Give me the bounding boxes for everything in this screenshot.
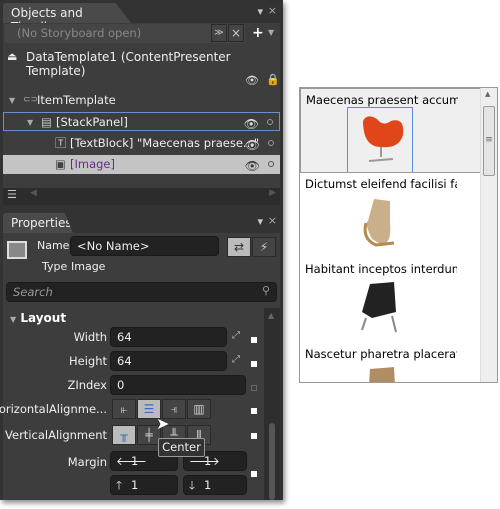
- advanced-options-marker[interactable]: [251, 433, 257, 439]
- scroll-up-icon[interactable]: ▲: [485, 90, 490, 98]
- close-icon[interactable]: ×: [268, 4, 277, 17]
- lock-icon[interactable]: 🔒: [266, 73, 280, 86]
- eye-icon[interactable]: 👁: [245, 74, 259, 87]
- listbox[interactable]: Maecenas praesent accumsan Dictumst elei…: [299, 87, 498, 383]
- align-left-button[interactable]: ⫦: [112, 399, 136, 419]
- zindex-label: ZIndex: [67, 378, 107, 392]
- lock-toggle[interactable]: [268, 140, 274, 146]
- auto-size-icon[interactable]: ⤢: [232, 354, 240, 365]
- close-storyboard-button[interactable]: ×: [228, 24, 244, 42]
- chair-image: [361, 282, 397, 333]
- timeline-scrollbar[interactable]: ☰ ◀ ▶: [3, 188, 280, 205]
- lock-toggle[interactable]: [268, 161, 274, 167]
- scrollbar-thumb[interactable]: ≡: [483, 106, 495, 176]
- tab-properties[interactable]: Properties: [3, 213, 73, 233]
- height-label: Height: [68, 354, 107, 368]
- tree-item-image[interactable]: ▣ [Image] 👁: [3, 155, 280, 174]
- template-icon: ⊂⊃: [23, 95, 39, 105]
- layers-icon[interactable]: ☰: [7, 188, 17, 201]
- objects-and-properties-panel: Objects and Timeline ▾ × (No Storyboard …: [0, 0, 283, 500]
- storyboard-menu-button[interactable]: ≫: [211, 24, 227, 42]
- advanced-options-marker[interactable]: [251, 337, 257, 343]
- image-icon: ▣: [55, 157, 66, 171]
- name-label: Name: [37, 239, 70, 252]
- tree-item-textblock[interactable]: 🅃 [TextBlock] "Maecenas praese..." 👁: [3, 134, 280, 153]
- zindex-input[interactable]: 0: [110, 375, 246, 395]
- vertical-alignment-label: VerticalAlignment: [5, 428, 107, 442]
- arrow-up-icon: 🡑: [116, 478, 122, 492]
- pin-icon[interactable]: ▾: [257, 215, 263, 228]
- scrollbar-thumb[interactable]: [269, 423, 275, 500]
- margin-label: Margin: [67, 455, 107, 469]
- listbox-scrollbar[interactable]: ▲ ≡: [480, 88, 497, 382]
- name-input[interactable]: <No Name>: [70, 236, 219, 256]
- lock-toggle[interactable]: [267, 119, 273, 125]
- chevron-down-icon[interactable]: ▼: [268, 28, 274, 37]
- eye-icon[interactable]: 👁: [245, 136, 260, 155]
- eye-icon[interactable]: 👁: [245, 157, 260, 176]
- close-icon[interactable]: ×: [268, 214, 277, 227]
- advanced-options-marker[interactable]: [251, 408, 257, 414]
- align-top-button[interactable]: ╥: [112, 425, 136, 445]
- pin-icon[interactable]: ▾: [257, 5, 263, 18]
- tree-item-itemtemplate[interactable]: ▼ ⊂⊃ ItemTemplate: [3, 91, 280, 110]
- textblock-icon: 🅃: [55, 136, 67, 150]
- search-input[interactable]: Search: [6, 282, 277, 302]
- auto-size-icon[interactable]: ⤢: [232, 330, 240, 341]
- advanced-options-marker[interactable]: [251, 471, 257, 477]
- chair-image: [369, 367, 395, 382]
- mouse-cursor-icon: ➤: [156, 414, 170, 433]
- layout-section-header[interactable]: ▼ Layout: [10, 311, 66, 325]
- storyboard-picker[interactable]: (No Storyboard open): [5, 24, 245, 43]
- margin-top-input[interactable]: 🡑 1: [110, 475, 178, 495]
- advanced-options-marker[interactable]: [251, 385, 257, 391]
- tree-item-stackpanel[interactable]: ▼ ▤ [StackPanel] 👁: [3, 112, 280, 131]
- image-thumbnail-icon: [7, 241, 27, 259]
- margin-bottom-input[interactable]: 🡓 1: [183, 475, 247, 495]
- list-item[interactable]: Maecenas praesent accumsan: [300, 88, 497, 173]
- list-item[interactable]: Nascetur pharetra placerat pulvinar: [300, 343, 497, 382]
- arrow-down-icon: 🡓: [189, 478, 195, 492]
- search-icon: ⚲: [262, 284, 271, 297]
- align-stretch-button[interactable]: ▥: [187, 399, 211, 419]
- width-input[interactable]: 64: [110, 327, 227, 347]
- events-view-button[interactable]: ⚡: [252, 237, 276, 257]
- list-item[interactable]: Dictumst eleifend facilisi faucibus: [300, 173, 497, 258]
- chair-image: [363, 199, 395, 247]
- scope-up-icon[interactable]: ⏏: [7, 50, 17, 63]
- tooltip: Center: [158, 438, 205, 457]
- width-label: Width: [73, 330, 107, 344]
- tab-objects-and-timeline[interactable]: Objects and Timeline: [3, 3, 131, 23]
- chair-image: [363, 116, 404, 162]
- type-label: Type: [42, 260, 68, 273]
- stackpanel-icon: ▤: [41, 115, 52, 129]
- horizontal-alignment-label: HorizontalAlignme...: [0, 402, 107, 416]
- collapse-icon: ▼: [10, 315, 17, 324]
- list-item[interactable]: Habitant inceptos interdum lobortis: [300, 258, 497, 343]
- properties-view-button[interactable]: ⇄: [227, 237, 251, 257]
- arrow-left-icon: 🡐: [116, 454, 147, 468]
- eye-icon[interactable]: 👁: [244, 115, 259, 134]
- height-input[interactable]: 64: [110, 351, 227, 371]
- new-storyboard-button[interactable]: +: [252, 25, 264, 41]
- properties-scrollbar[interactable]: ▲: [264, 308, 280, 500]
- type-value: Image: [71, 260, 106, 273]
- advanced-options-marker[interactable]: [251, 361, 257, 367]
